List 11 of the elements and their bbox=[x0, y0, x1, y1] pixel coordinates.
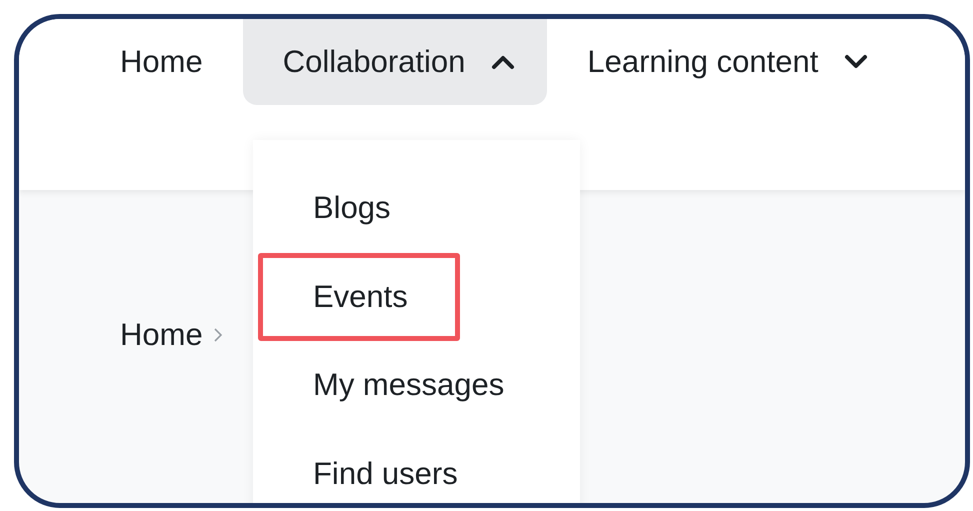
chevron-down-icon bbox=[844, 54, 868, 70]
chevron-right-icon bbox=[212, 327, 223, 343]
menu-item[interactable]: Find users bbox=[258, 430, 493, 503]
nav-dropdown[interactable]: Collaboration bbox=[242, 19, 548, 105]
nav-dropdown[interactable]: Learning content bbox=[547, 19, 900, 105]
menu-item[interactable]: My messages bbox=[258, 341, 540, 430]
menu-item[interactable]: Events bbox=[258, 252, 460, 341]
menu-item[interactable]: Blogs bbox=[258, 164, 460, 252]
chevron-up-icon bbox=[491, 54, 516, 70]
breadcrumb-link[interactable]: Home bbox=[120, 317, 203, 353]
nav-link[interactable]: Home bbox=[120, 19, 243, 105]
